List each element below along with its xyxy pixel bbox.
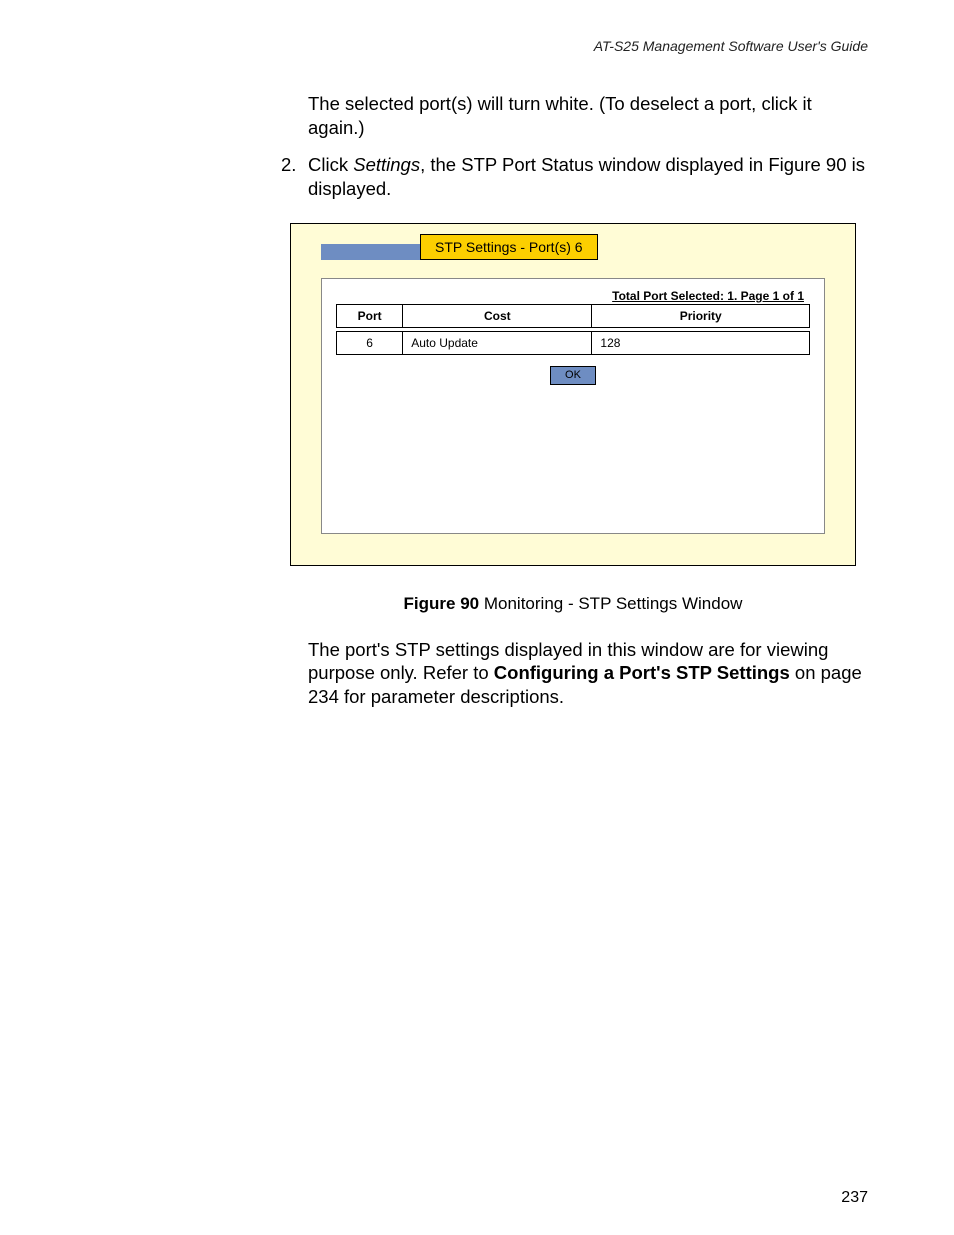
cell-port: 6 [337,331,403,354]
xref-configuring: Configuring a Port's STP Settings [494,662,790,683]
window-title: STP Settings - Port(s) 6 [420,234,598,260]
ok-button[interactable]: OK [550,366,596,385]
paragraph-viewing: The port's STP settings displayed in thi… [308,638,863,709]
paragraph-deselect: The selected port(s) will turn white. (T… [308,92,868,139]
figure-text: Monitoring - STP Settings Window [479,594,742,613]
step-text: Click Settings, the STP Port Status wind… [308,153,868,200]
col-priority: Priority [592,304,810,327]
stp-settings-window: STP Settings - Port(s) 6 Total Port Sele… [290,223,856,566]
figure-caption: Figure 90 Monitoring - STP Settings Wind… [290,594,856,614]
title-tab-decor [321,244,420,260]
status-line: Total Port Selected: 1. Page 1 of 1 [336,289,810,303]
table-header-row: Port Cost Priority [337,304,810,327]
cell-priority: 128 [592,331,810,354]
page-number: 237 [841,1189,868,1207]
step-pre: Click [308,154,353,175]
running-header: AT-S25 Management Software User's Guide [86,38,868,54]
table-row: 6 Auto Update 128 [337,331,810,354]
step-number: 2. [281,153,308,200]
col-cost: Cost [403,304,592,327]
settings-word: Settings [353,154,420,175]
figure-number: Figure 90 [404,594,480,613]
cell-cost: Auto Update [403,331,592,354]
stp-table: Port Cost Priority 6 Auto Update 128 [336,304,810,355]
window-titlebar: STP Settings - Port(s) 6 [291,224,855,260]
col-port: Port [337,304,403,327]
window-content: Total Port Selected: 1. Page 1 of 1 Port… [321,278,825,534]
step-2: 2. Click Settings, the STP Port Status w… [281,153,868,200]
